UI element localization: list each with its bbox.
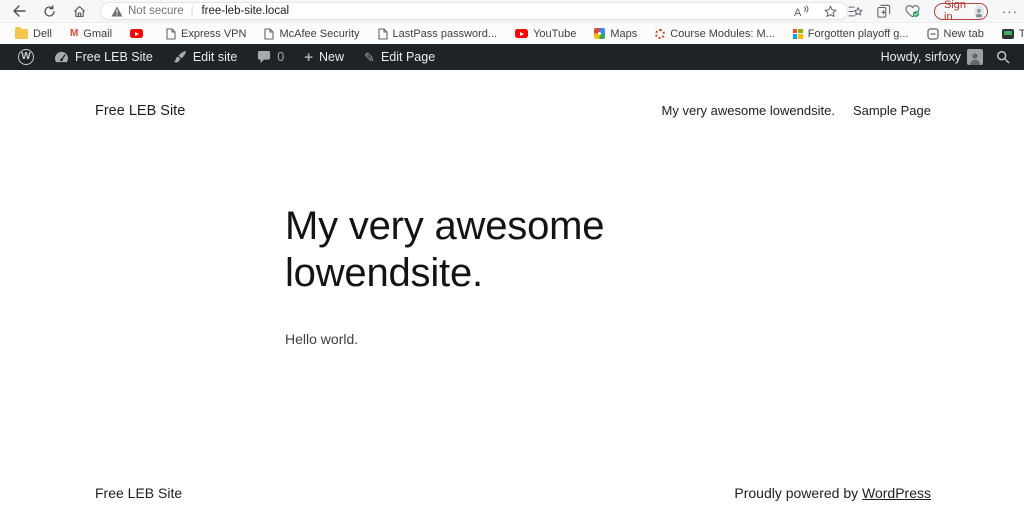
new-tab-icon (927, 28, 939, 40)
page-icon (264, 28, 274, 40)
monitor-icon (1002, 29, 1014, 39)
bookmark-downfall[interactable]: The Downfall of the... (995, 26, 1024, 42)
comment-bubble-icon (257, 51, 271, 64)
bookmark-course-modules[interactable]: Course Modules: M... (648, 26, 782, 42)
site-footer: Free LEB Site Proudly powered by WordPre… (95, 485, 931, 501)
bookmark-gmail[interactable]: M Gmail (63, 26, 119, 42)
gmail-icon: M (70, 29, 78, 39)
address-divider: | (191, 5, 194, 17)
read-aloud-icon[interactable]: A (794, 5, 809, 17)
site-title[interactable]: Free LEB Site (95, 103, 185, 119)
microsoft-icon (793, 29, 803, 39)
collections-icon[interactable] (877, 4, 891, 18)
bookmark-forgotten-playoff[interactable]: Forgotten playoff g... (786, 26, 916, 42)
wordpress-logo-icon: W (18, 49, 34, 65)
post-title: My very awesome lowendsite. (285, 203, 635, 297)
browser-nav-buttons (12, 5, 86, 18)
adminbar-site-name[interactable]: Free LEB Site (44, 44, 163, 70)
site-header: Free LEB Site My very awesome lowendsite… (95, 103, 931, 119)
adminbar-comments[interactable]: 0 (247, 44, 294, 70)
bookmark-dell[interactable]: Dell (8, 26, 59, 42)
bookmark-express-vpn[interactable]: Express VPN (159, 26, 253, 42)
wp-logo-menu[interactable]: W (8, 44, 44, 70)
search-icon (996, 50, 1010, 64)
pencil-icon: ✎ (364, 51, 375, 64)
warning-icon[interactable] (111, 6, 123, 17)
browser-essentials-icon[interactable] (905, 5, 920, 18)
browser-toolbar: Not secure | free-leb-site.local A Sign … (0, 0, 1024, 22)
favorites-hub-icon[interactable] (848, 5, 863, 18)
youtube-icon (130, 29, 143, 38)
wordpress-link[interactable]: WordPress (862, 485, 931, 501)
plus-icon: + (304, 50, 313, 65)
bookmark-mcafee[interactable]: McAfee Security (257, 26, 366, 42)
address-bar[interactable]: Not secure | free-leb-site.local A (100, 2, 848, 20)
sign-in-button[interactable]: Sign in (934, 3, 988, 20)
back-icon[interactable] (12, 5, 26, 17)
bookmark-maps[interactable]: Maps (587, 26, 644, 42)
url-text[interactable]: free-leb-site.local (201, 5, 289, 17)
footer-credit: Proudly powered by WordPress (734, 485, 931, 501)
site-nav: My very awesome lowendsite. Sample Page (662, 103, 931, 118)
post-excerpt: Hello world. (285, 331, 358, 347)
svg-text:A: A (794, 7, 802, 17)
bookmark-youtube[interactable]: YouTube (508, 26, 583, 42)
maps-icon (594, 28, 605, 39)
nav-item-lowendsite[interactable]: My very awesome lowendsite. (662, 103, 835, 118)
adminbar-search[interactable] (994, 44, 1012, 70)
youtube-icon (515, 29, 528, 38)
settings-more-icon[interactable]: ··· (1002, 4, 1018, 19)
nav-item-sample-page[interactable]: Sample Page (853, 103, 931, 118)
user-avatar-icon (967, 49, 983, 65)
home-icon[interactable] (73, 5, 86, 18)
bookmarks-bar: Dell M Gmail Express VPN McAfee Security… (0, 22, 1024, 44)
paintbrush-icon (173, 50, 187, 64)
security-label[interactable]: Not secure (128, 5, 184, 17)
wp-admin-bar: W Free LEB Site Edit site 0 + New ✎ Edit… (0, 44, 1024, 70)
adminbar-account[interactable]: Howdy, sirfoxy (871, 44, 985, 70)
adminbar-edit-page[interactable]: ✎ Edit Page (354, 44, 445, 70)
page-icon (166, 28, 176, 40)
refresh-icon[interactable] (43, 5, 56, 18)
sign-in-label: Sign in (944, 0, 969, 23)
bookmark-youtube-iconly[interactable] (123, 27, 155, 40)
footer-site-title[interactable]: Free LEB Site (95, 485, 182, 501)
adminbar-new[interactable]: + New (294, 44, 354, 70)
bookmark-new-tab[interactable]: New tab (920, 26, 991, 42)
page-icon (378, 28, 388, 40)
favorite-star-icon[interactable] (824, 5, 837, 18)
howdy-text: Howdy, sirfoxy (881, 50, 961, 64)
profile-avatar-icon (974, 5, 984, 18)
bookmark-lastpass[interactable]: LastPass password... (371, 26, 505, 42)
canvas-icon (655, 29, 665, 39)
comments-count: 0 (277, 50, 284, 64)
dashboard-gauge-icon (54, 51, 69, 64)
site-page: Free LEB Site My very awesome lowendsite… (0, 70, 1024, 532)
adminbar-edit-site[interactable]: Edit site (163, 44, 247, 70)
folder-icon (15, 29, 28, 39)
